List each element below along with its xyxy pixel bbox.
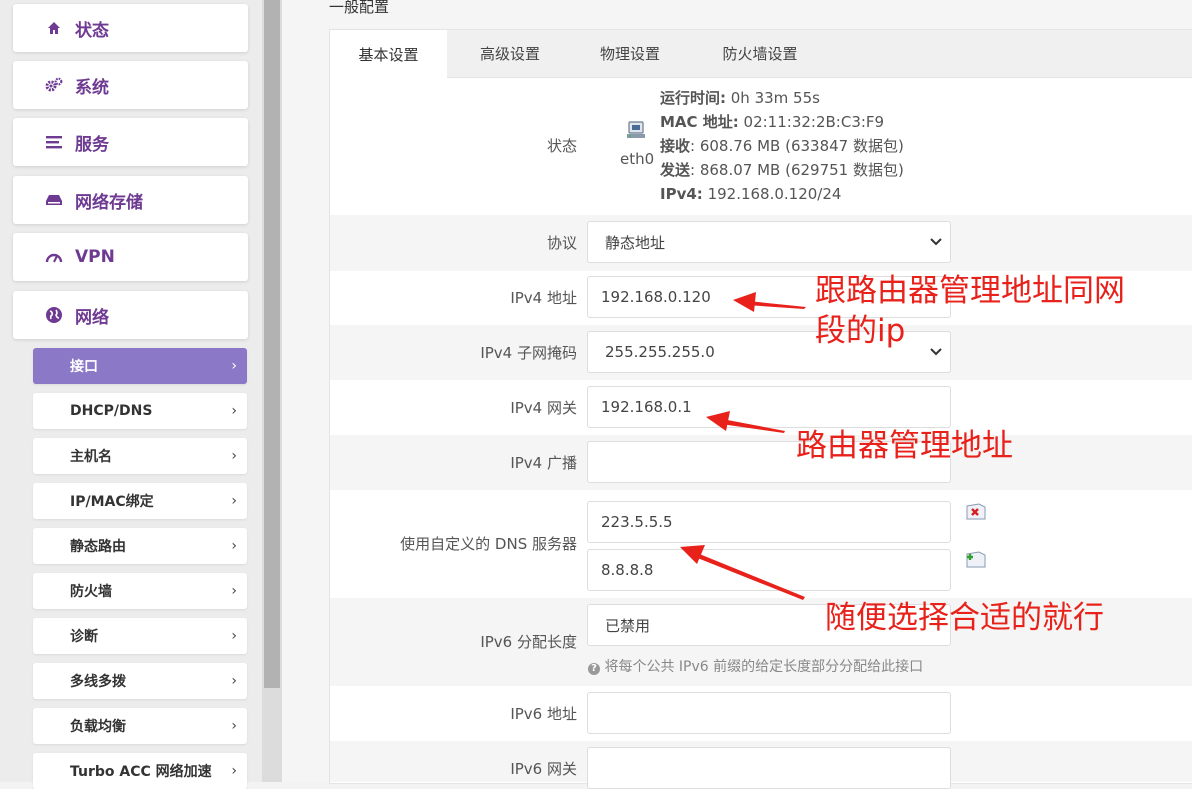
dns-label: 使用自定义的 DNS 服务器 xyxy=(400,535,577,553)
sidebar-scrollbar-thumb[interactable] xyxy=(264,0,280,688)
globe-icon xyxy=(45,306,63,324)
gateway-input[interactable]: 192.168.0.1 xyxy=(587,386,951,428)
gateway-label: IPv4 网关 xyxy=(510,399,577,417)
sidebar-subitem-static-routes[interactable]: 静态路由 › xyxy=(33,528,247,564)
annotation-choose-any-dns: 随便选择合适的就行 xyxy=(825,600,1104,636)
chevron-right-icon: › xyxy=(231,718,237,734)
sidebar-subitem-label: 静态路由 xyxy=(70,539,126,555)
ipv6-gateway-label: IPv6 网关 xyxy=(510,760,577,778)
sidebar-item-label: 状态 xyxy=(75,20,109,41)
list-icon xyxy=(45,133,63,151)
chevron-right-icon: › xyxy=(231,763,237,779)
sidebar-item-label: 网络存储 xyxy=(75,192,143,213)
chevron-right-icon: › xyxy=(231,673,237,689)
gauge-icon xyxy=(45,248,63,266)
chevron-right-icon: › xyxy=(231,628,237,644)
ipv6-length-label: IPv6 分配长度 xyxy=(480,633,577,651)
sidebar-item-system[interactable]: 系统 xyxy=(13,61,248,109)
tab-advanced-settings[interactable]: 高级设置 xyxy=(452,30,568,77)
sidebar-subitem-interfaces[interactable]: 接口 › xyxy=(33,348,247,384)
drive-icon xyxy=(45,191,63,209)
ipv6-gateway-input[interactable] xyxy=(587,747,951,789)
sidebar-subitem-label: 诊断 xyxy=(70,629,98,645)
sidebar-subitem-diagnostics[interactable]: 诊断 › xyxy=(33,618,247,654)
annotation-same-subnet-ip: 跟路由器管理地址同网 段的ip xyxy=(815,273,1125,349)
status-info: 运行时间: 0h 33m 55s MAC 地址: 02:11:32:2B:C3:… xyxy=(660,86,904,206)
sidebar-subitem-label: 负载均衡 xyxy=(70,719,126,735)
annotation-router-address: 路由器管理地址 xyxy=(796,428,1013,464)
sidebar-item-nas[interactable]: 网络存储 xyxy=(13,176,248,224)
uptime-line: 运行时间: 0h 33m 55s xyxy=(660,89,820,107)
sidebar-subitem-label: 多线多拨 xyxy=(70,674,126,690)
tab-basic-settings[interactable]: 基本设置 xyxy=(330,30,447,78)
rx-line: 接收: 608.76 MB (633847 数据包) xyxy=(660,137,904,155)
sidebar-subitem-hostnames[interactable]: 主机名 › xyxy=(33,438,247,474)
ipv6-address-label: IPv6 地址 xyxy=(510,705,577,723)
chevron-right-icon: › xyxy=(231,538,237,554)
status-label: 状态 xyxy=(546,137,577,155)
question-circle-icon: ? xyxy=(588,663,600,675)
sidebar-subitem-label: 主机名 xyxy=(70,449,112,465)
chevron-right-icon: › xyxy=(231,448,237,464)
sidebar-item-label: VPN xyxy=(75,247,115,267)
sidebar-item-label: 网络 xyxy=(75,307,109,328)
gears-icon xyxy=(45,76,63,94)
tab-physical-settings[interactable]: 物理设置 xyxy=(572,30,688,77)
dns-input-1[interactable]: 223.5.5.5 xyxy=(587,501,951,543)
mac-line: MAC 地址: 02:11:32:2B:C3:F9 xyxy=(660,113,885,131)
ipv4-line: IPv4: 192.168.0.120/24 xyxy=(660,185,842,203)
sidebar-subitem-load-balancing[interactable]: 负载均衡 › xyxy=(33,708,247,744)
protocol-select[interactable]: 静态地址 xyxy=(587,221,951,263)
dns-input-2[interactable]: 8.8.8.8 xyxy=(587,549,951,591)
netmask-label: IPv4 子网掩码 xyxy=(480,344,577,362)
sidebar-subitem-multiwan-dial[interactable]: 多线多拨 › xyxy=(33,663,247,699)
ethernet-port-icon xyxy=(625,119,647,145)
broadcast-label: IPv4 广播 xyxy=(510,454,577,472)
sidebar-subitem-label: 防火墙 xyxy=(70,584,112,600)
sidebar-subitem-firewall[interactable]: 防火墙 › xyxy=(33,573,247,609)
sidebar-item-status[interactable]: 状态 xyxy=(13,4,248,52)
sidebar-subitem-turbo-acc[interactable]: Turbo ACC 网络加速 › xyxy=(33,753,247,789)
chevron-right-icon: › xyxy=(231,358,237,374)
sidebar-subitem-ip-mac-binding[interactable]: IP/MAC绑定 › xyxy=(33,483,247,519)
home-icon xyxy=(45,19,63,37)
ipv6-length-hint: ? 将每个公共 IPv6 前缀的给定长度部分分配给此接口 xyxy=(588,656,923,676)
chevron-down-icon xyxy=(930,238,942,246)
sidebar-subitem-label: DHCP/DNS xyxy=(70,403,153,419)
sidebar-item-label: 服务 xyxy=(75,134,109,155)
chevron-right-icon: › xyxy=(231,493,237,509)
sidebar-item-services[interactable]: 服务 xyxy=(13,118,248,166)
sidebar-item-network[interactable]: 网络 xyxy=(13,291,248,339)
tx-line: 发送: 868.07 MB (629751 数据包) xyxy=(660,161,904,179)
chevron-right-icon: › xyxy=(231,403,237,419)
add-dns-icon[interactable] xyxy=(966,551,986,573)
ipv6-address-input[interactable] xyxy=(587,692,951,734)
ipv4-address-label: IPv4 地址 xyxy=(510,289,577,307)
sidebar-item-label: 系统 xyxy=(75,77,109,98)
sidebar-subitem-label: 接口 xyxy=(70,359,98,375)
sidebar-subitem-dhcp-dns[interactable]: DHCP/DNS › xyxy=(33,393,247,429)
remove-dns-icon[interactable] xyxy=(966,503,986,525)
sidebar-subitem-label: Turbo ACC 网络加速 xyxy=(70,764,212,780)
chevron-right-icon: › xyxy=(231,583,237,599)
protocol-label: 协议 xyxy=(546,234,577,252)
interface-name: eth0 xyxy=(620,150,655,168)
tab-firewall-settings[interactable]: 防火墙设置 xyxy=(692,30,828,77)
section-title: 一般配置 xyxy=(329,0,390,16)
sidebar-item-vpn[interactable]: VPN xyxy=(13,233,248,281)
sidebar-subitem-label: IP/MAC绑定 xyxy=(70,494,154,510)
